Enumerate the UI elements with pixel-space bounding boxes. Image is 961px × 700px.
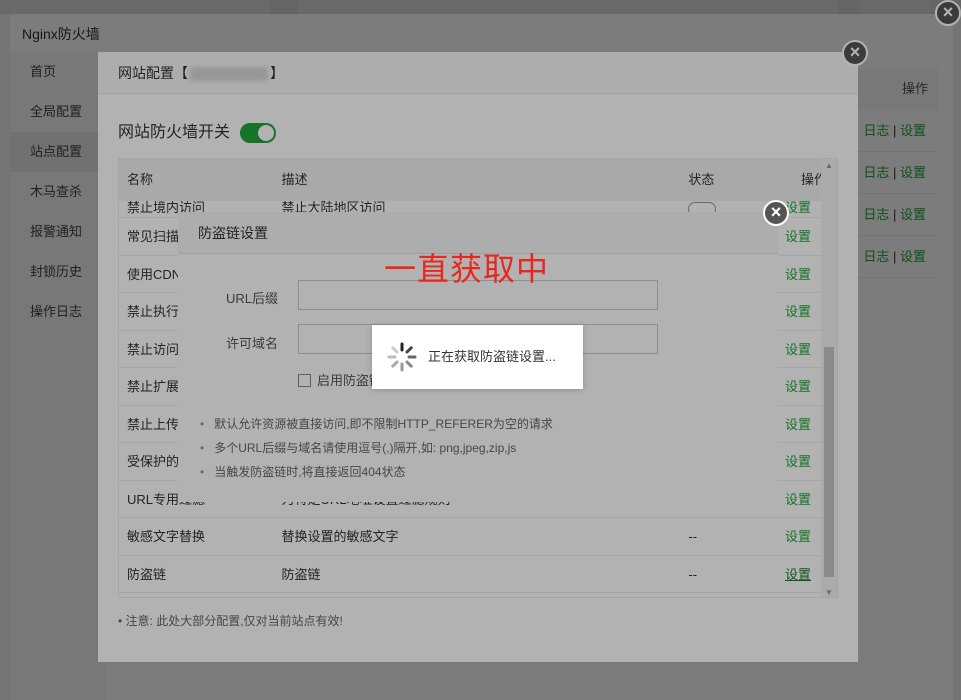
spinner-icon bbox=[387, 342, 417, 372]
anti-leech-close-button[interactable]: × bbox=[763, 200, 789, 226]
annotation-text: 一直获取中 bbox=[384, 250, 550, 288]
loading-toast: 正在获取防盗链设置... bbox=[372, 325, 583, 389]
close-icon: × bbox=[770, 202, 782, 222]
loading-text: 正在获取防盗链设置... bbox=[428, 349, 556, 364]
